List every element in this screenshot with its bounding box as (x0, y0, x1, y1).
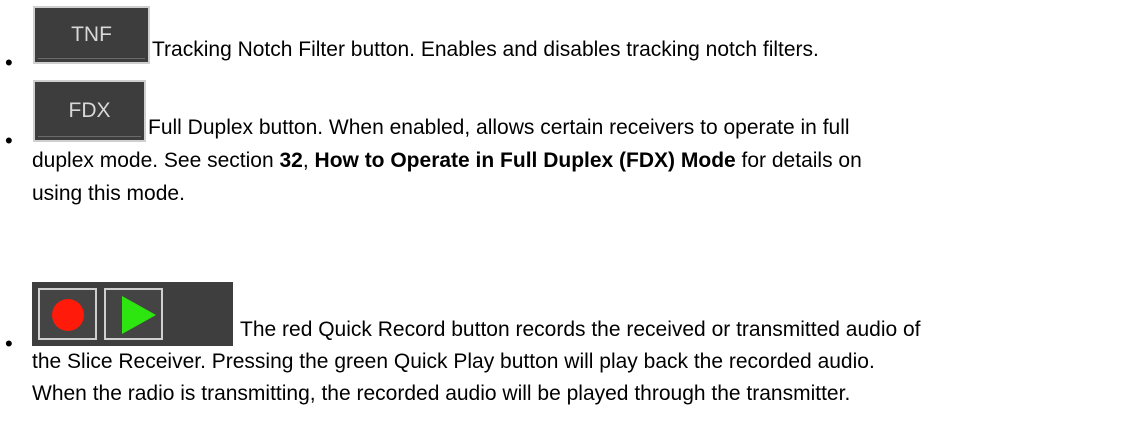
bullet: • (5, 331, 13, 356)
tnf-button-label: TNF (71, 23, 112, 46)
play-icon (122, 296, 156, 334)
fdx-line3: using this mode. (32, 182, 185, 205)
tnf-button-image: TNF (33, 6, 150, 64)
record-icon (52, 299, 84, 331)
bullet: • (5, 50, 13, 75)
record-play-line2: the Slice Receiver. Pressing the green Q… (32, 350, 875, 373)
fdx-line1: Full Duplex button. When enabled, allows… (148, 116, 850, 139)
fdx-button-label: FDX (68, 99, 111, 122)
section-title: How to Operate in Full Duplex (FDX) Mode (314, 149, 736, 172)
fdx-line2: duplex mode. See section 32, How to Oper… (32, 149, 862, 172)
record-play-line1: The red Quick Record button records the … (240, 318, 921, 341)
fdx-button-image: FDX (33, 80, 146, 142)
quick-play-button (104, 288, 163, 340)
record-play-line3: When the radio is transmitting, the reco… (32, 382, 851, 405)
section-number: 32 (279, 149, 303, 172)
tnf-description: Tracking Notch Filter button. Enables an… (152, 38, 819, 61)
quick-record-button (38, 288, 97, 340)
bullet: • (5, 128, 13, 153)
record-play-image (32, 282, 233, 346)
